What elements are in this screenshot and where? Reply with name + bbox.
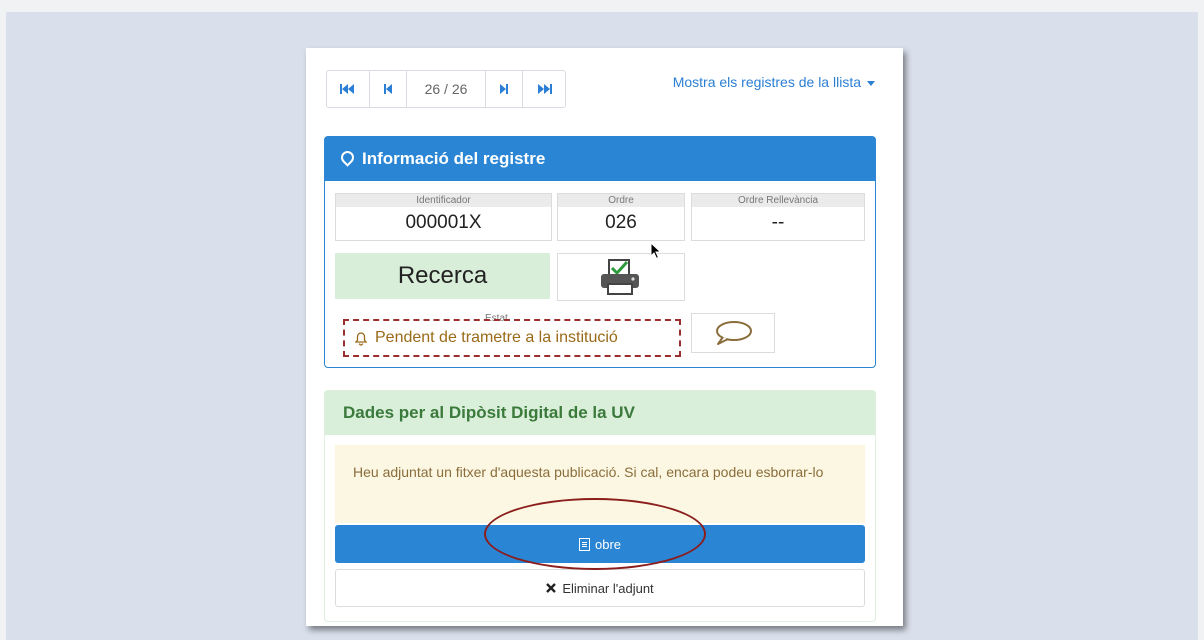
file-icon bbox=[578, 537, 590, 551]
map-marker-icon bbox=[338, 147, 357, 167]
print-button[interactable] bbox=[557, 253, 685, 301]
bell-icon bbox=[354, 332, 368, 346]
mouse-cursor-icon bbox=[650, 242, 662, 260]
remove-attachment-button[interactable]: Eliminar l'adjunt bbox=[335, 569, 865, 607]
ordre-value: 026 bbox=[605, 212, 637, 233]
previous-page-icon bbox=[384, 84, 392, 94]
ordre-relevancia-value: -- bbox=[771, 212, 785, 233]
last-page-icon bbox=[538, 84, 552, 94]
page-count: 26 / 26 bbox=[407, 71, 486, 107]
ordre-field: Ordre 026 bbox=[557, 193, 685, 241]
caret-down-icon bbox=[867, 80, 875, 86]
ordre-relevancia-field: Ordre Rellevància -- bbox=[691, 193, 865, 241]
record-info-title: Informació del registre bbox=[362, 149, 546, 168]
record-pager: 26 / 26 bbox=[326, 70, 566, 108]
first-page-icon bbox=[340, 84, 354, 94]
open-attachment-label: obre bbox=[594, 536, 622, 552]
record-info-panel: Informació del registre Identificador 00… bbox=[324, 136, 876, 368]
identificador-field: Identificador 000001X bbox=[335, 193, 552, 241]
show-list-records-label: Mostra els registres de la llista bbox=[672, 74, 861, 90]
digital-repository-panel: Dades per al Dipòsit Digital de la UV He… bbox=[324, 390, 876, 622]
attachment-warning: Heu adjuntat un fitxer d'aquesta publica… bbox=[335, 445, 865, 523]
first-page-button[interactable] bbox=[327, 71, 370, 107]
comment-icon bbox=[716, 321, 752, 345]
next-page-icon bbox=[500, 84, 508, 94]
status-badge: Pendent de trametre a la institució bbox=[343, 319, 681, 357]
open-attachment-button[interactable]: obre bbox=[335, 525, 865, 563]
identificador-label: Identificador bbox=[336, 194, 551, 207]
record-card: 26 / 26 Mostra els registres de la llist… bbox=[306, 48, 903, 626]
printer-check-icon bbox=[601, 259, 639, 295]
record-info-header: Informació del registre bbox=[325, 137, 875, 181]
close-icon bbox=[546, 583, 557, 593]
status-text: Pendent de trametre a la institució bbox=[375, 329, 618, 346]
digital-repository-header: Dades per al Dipòsit Digital de la UV bbox=[325, 391, 875, 435]
next-page-button[interactable] bbox=[486, 71, 523, 107]
ordre-label: Ordre bbox=[558, 194, 684, 207]
previous-page-button[interactable] bbox=[370, 71, 407, 107]
last-page-button[interactable] bbox=[523, 71, 565, 107]
show-list-records-link[interactable]: Mostra els registres de la llista bbox=[673, 74, 875, 90]
ordre-relevancia-label: Ordre Rellevància bbox=[692, 194, 864, 207]
identificador-value: 000001X bbox=[405, 212, 482, 233]
comment-button[interactable] bbox=[691, 313, 775, 353]
remove-attachment-label: Eliminar l'adjunt bbox=[562, 580, 654, 596]
record-type-badge: Recerca bbox=[335, 253, 550, 299]
